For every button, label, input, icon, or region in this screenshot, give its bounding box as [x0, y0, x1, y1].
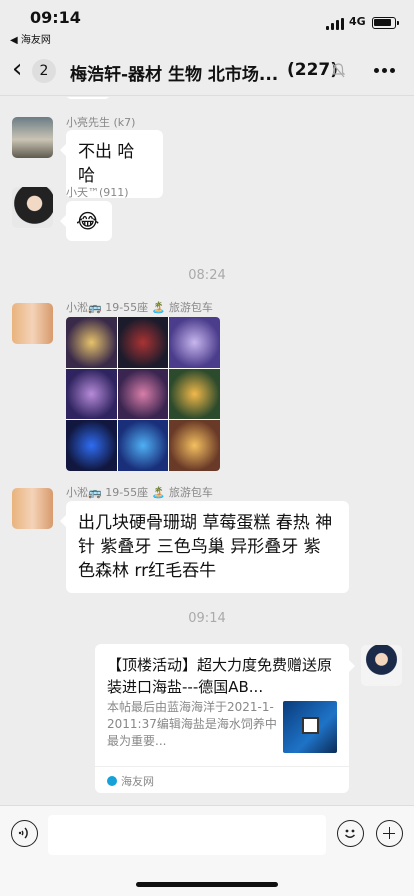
- back-arrow-icon[interactable]: ‹: [12, 56, 22, 82]
- avatar[interactable]: [12, 303, 53, 344]
- coral-photo[interactable]: [66, 368, 117, 420]
- home-indicator[interactable]: [136, 882, 278, 887]
- card-description: 本帖最后由蓝海海洋于2021-1-2011:37编辑海盐是海水饲养中最为重要..…: [107, 700, 277, 748]
- sender-name: 小淞🚌 19-55座 🏝️ 旅游包车: [66, 486, 213, 499]
- coral-photo[interactable]: [66, 317, 117, 368]
- sender-name: 小淞🚌 19-55座 🏝️ 旅游包车: [66, 301, 213, 314]
- image-grid[interactable]: [66, 317, 220, 471]
- more-options-icon[interactable]: [374, 68, 396, 74]
- unread-count-badge[interactable]: 2: [32, 59, 56, 83]
- plus-icon[interactable]: [376, 820, 403, 847]
- member-count: (227): [287, 60, 339, 80]
- message-bubble-partial: [66, 97, 110, 99]
- coral-photo[interactable]: [117, 420, 169, 471]
- battery-icon: [372, 17, 399, 29]
- message-list[interactable]: 小亮先生 (k7) 不出 哈哈 小天™(911) 😂 08:24 小淞🚌 19-…: [0, 97, 414, 805]
- voice-icon[interactable]: [11, 820, 38, 847]
- message-input[interactable]: [48, 815, 326, 855]
- timestamp: 09:14: [188, 611, 226, 626]
- mute-icon: [332, 63, 345, 78]
- coral-photo[interactable]: [117, 317, 169, 368]
- group-title: 梅浩轩-器材 生物 北市场...: [70, 65, 279, 85]
- link-card[interactable]: 【顶楼活动】超大力度免费赠送原装进口海盐---德国AB... 本帖最后由蓝海海洋…: [95, 644, 355, 795]
- coral-photo[interactable]: [117, 368, 169, 420]
- timestamp: 08:24: [188, 268, 226, 283]
- card-title: 【顶楼活动】超大力度免费赠送原装进口海盐---德国AB...: [107, 656, 333, 696]
- sender-name: 小亮先生 (k7): [66, 116, 136, 129]
- avatar[interactable]: [361, 645, 402, 686]
- source-icon: [107, 776, 117, 786]
- status-bar: 09:14 ◀ 海友网 4G: [0, 0, 414, 46]
- status-time: 09:14: [30, 8, 81, 27]
- message-bubble[interactable]: 出几块硬骨珊瑚 草莓蛋糕 春热 神针 紫叠牙 三色鸟巢 异形叠牙 紫色森林 rr…: [60, 501, 349, 593]
- signal-icon: [326, 18, 344, 30]
- coral-photo[interactable]: [169, 420, 220, 471]
- chat-header: ‹ 2 梅浩轩-器材 生物 北市场... (227): [0, 44, 414, 96]
- avatar[interactable]: [12, 488, 53, 529]
- coral-photo[interactable]: [66, 420, 117, 471]
- emoji-icon[interactable]: [337, 820, 364, 847]
- coral-photo[interactable]: [169, 368, 220, 420]
- network-label: 4G: [349, 15, 366, 28]
- input-bar: [0, 805, 414, 896]
- coral-photo[interactable]: [169, 317, 220, 368]
- card-thumbnail: [283, 701, 337, 753]
- sender-name: 小天™(911): [66, 186, 129, 199]
- card-source: 海友网: [95, 766, 349, 795]
- source-name: 海友网: [121, 775, 154, 788]
- message-bubble[interactable]: 😂: [60, 201, 112, 241]
- avatar[interactable]: [12, 117, 53, 158]
- avatar[interactable]: [12, 187, 53, 228]
